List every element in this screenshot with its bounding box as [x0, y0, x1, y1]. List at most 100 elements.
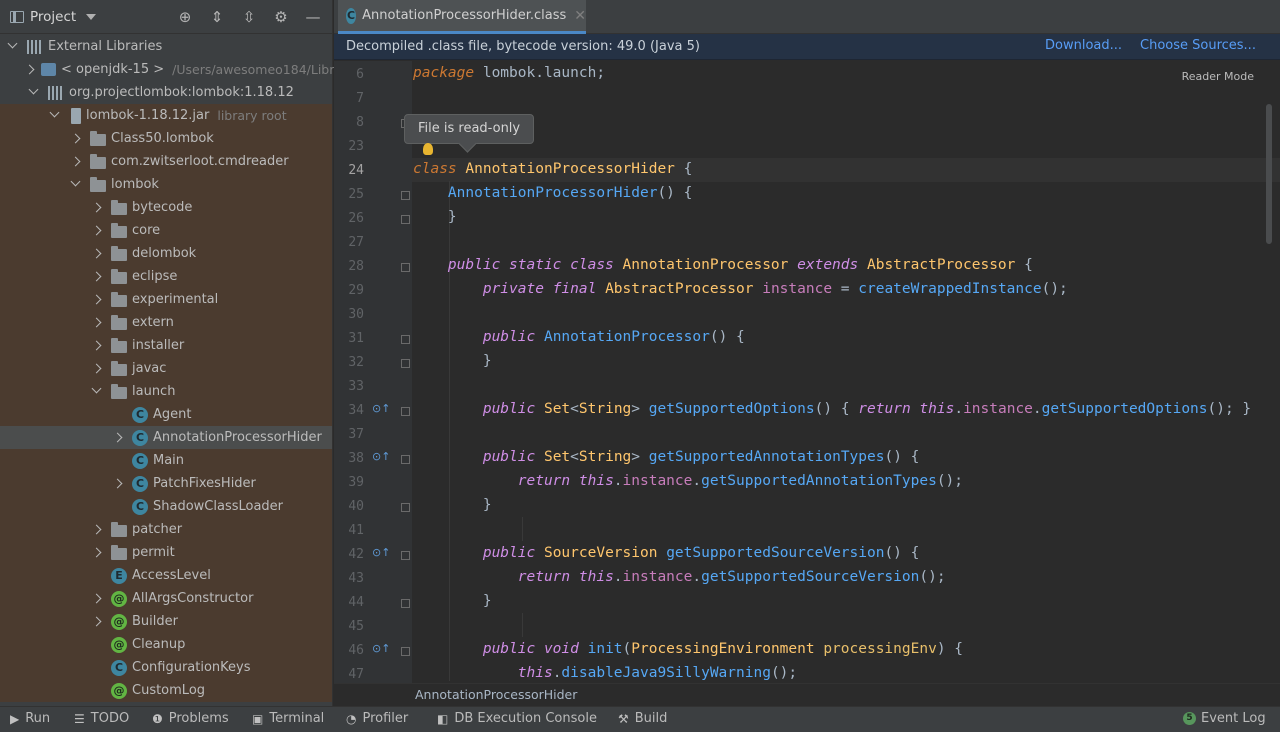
- tree-node-label: AllArgsConstructor: [132, 591, 254, 606]
- tree-node-eclipse[interactable]: eclipse: [0, 265, 332, 288]
- tree-node-accesslevel[interactable]: AccessLevel: [0, 564, 332, 587]
- profiler-tool-button[interactable]: ◔ Profiler: [346, 711, 408, 726]
- expand-arrow-icon[interactable]: [68, 132, 82, 145]
- expand-arrow-icon[interactable]: [89, 270, 103, 283]
- fold-marker-icon[interactable]: [401, 407, 410, 416]
- gear-icon[interactable]: ⚙: [272, 8, 290, 26]
- collapse-all-icon[interactable]: ⇳: [240, 8, 258, 26]
- tree-node-allargsconstructor[interactable]: AllArgsConstructor: [0, 587, 332, 610]
- editor-tab-annotationprocessorhider[interactable]: AnnotationProcessorHider.class ✕: [338, 0, 586, 34]
- tree-node-annotationprocessorhider[interactable]: AnnotationProcessorHider: [0, 426, 332, 449]
- jar-icon: [71, 107, 81, 124]
- expand-arrow-icon[interactable]: [89, 362, 103, 375]
- tree-node-experimental[interactable]: experimental: [0, 288, 332, 311]
- run-tool-button[interactable]: ▶ Run: [10, 711, 50, 726]
- todo-tool-button[interactable]: ☰ TODO: [74, 711, 129, 726]
- override-icon[interactable]: ⊙↑: [372, 402, 390, 415]
- tree-node-external-libraries[interactable]: External Libraries: [0, 35, 332, 58]
- tree-node-lombok-jar[interactable]: lombok-1.18.12.jar library root: [0, 104, 332, 127]
- tree-node-agent[interactable]: Agent: [0, 403, 332, 426]
- tree-node-bytecode[interactable]: bytecode: [0, 196, 332, 219]
- expand-arrow-icon[interactable]: [89, 546, 103, 559]
- fold-marker-icon[interactable]: [401, 359, 410, 368]
- expand-arrow-icon[interactable]: [47, 109, 61, 122]
- reader-mode-button[interactable]: Reader Mode: [1182, 70, 1254, 83]
- tree-node-customlog[interactable]: CustomLog: [0, 679, 332, 702]
- problems-tool-button[interactable]: ❶ Problems: [152, 711, 229, 726]
- tree-node-javac[interactable]: javac: [0, 357, 332, 380]
- override-icon[interactable]: ⊙↑: [372, 642, 390, 655]
- hide-icon[interactable]: —: [304, 8, 322, 26]
- fold-marker-icon[interactable]: [401, 191, 410, 200]
- tree-node-openjdk[interactable]: < openjdk-15 > /Users/awesomeo184/Libr: [0, 58, 334, 81]
- tree-node-lombok-library[interactable]: org.projectlombok:lombok:1.18.12: [0, 81, 332, 104]
- expand-arrow-icon[interactable]: [89, 615, 103, 628]
- tree-node-patcher[interactable]: patcher: [0, 518, 332, 541]
- tree-node-configurationkeys[interactable]: ConfigurationKeys: [0, 656, 332, 679]
- fold-marker-icon[interactable]: [401, 551, 410, 560]
- breadcrumb-item[interactable]: AnnotationProcessorHider: [415, 687, 577, 702]
- tree-node-shadowclassloader[interactable]: ShadowClassLoader: [0, 495, 332, 518]
- expand-arrow-icon[interactable]: [26, 86, 40, 99]
- tree-node-extern[interactable]: extern: [0, 311, 332, 334]
- code-line-31: public AnnotationProcessor() {: [482, 329, 745, 345]
- locate-icon[interactable]: ⊕: [176, 8, 194, 26]
- tree-node-core[interactable]: core: [0, 219, 332, 242]
- line-number: 37: [348, 427, 364, 442]
- expand-arrow-icon[interactable]: [89, 523, 103, 536]
- fold-marker-icon[interactable]: [401, 455, 410, 464]
- event-log-tool-button[interactable]: 5 Event Log: [1183, 711, 1266, 726]
- fold-marker-icon[interactable]: [401, 599, 410, 608]
- play-icon: ▶: [10, 711, 20, 726]
- download-link[interactable]: Download...: [1045, 38, 1122, 53]
- db-console-tool-button[interactable]: ◧ DB Execution Console: [437, 711, 597, 726]
- tree-node-patchfixeshider[interactable]: PatchFixesHider: [0, 472, 332, 495]
- project-view-selector[interactable]: Project: [30, 9, 76, 25]
- tree-node-cleanup[interactable]: Cleanup: [0, 633, 332, 656]
- fold-marker-icon[interactable]: [401, 647, 410, 656]
- tree-node-lombok[interactable]: lombok: [0, 173, 332, 196]
- expand-arrow-icon[interactable]: [89, 339, 103, 352]
- fold-marker-icon[interactable]: [401, 263, 410, 272]
- expand-arrow-icon[interactable]: [89, 224, 103, 237]
- code-line-29: private final AbstractProcessor instance…: [482, 281, 1068, 297]
- tree-node-class50[interactable]: Class50.lombok: [0, 127, 332, 150]
- expand-arrow-icon[interactable]: [68, 155, 82, 168]
- tree-node-installer[interactable]: installer: [0, 334, 332, 357]
- expand-arrow-icon[interactable]: [68, 178, 82, 191]
- tree-node-main[interactable]: Main: [0, 449, 332, 472]
- override-icon[interactable]: ⊙↑: [372, 546, 390, 559]
- expand-all-icon[interactable]: ⇕: [208, 8, 226, 26]
- close-icon[interactable]: ✕: [574, 8, 586, 24]
- fold-marker-icon[interactable]: [401, 215, 410, 224]
- editor-scrollbar[interactable]: [1266, 104, 1272, 244]
- expand-arrow-icon[interactable]: [89, 316, 103, 329]
- expand-arrow-icon[interactable]: [5, 40, 19, 53]
- tree-node-builder[interactable]: Builder: [0, 610, 332, 633]
- choose-sources-link[interactable]: Choose Sources...: [1140, 38, 1256, 53]
- expand-arrow-icon[interactable]: [89, 293, 103, 306]
- expand-arrow-icon[interactable]: [89, 247, 103, 260]
- fold-marker-icon[interactable]: [401, 335, 410, 344]
- tree-node-launch[interactable]: launch: [0, 380, 332, 403]
- code-area[interactable]: package lombok.launch; class AnnotationP…: [412, 61, 1280, 683]
- tree-node-cmdreader[interactable]: com.zwitserloot.cmdreader: [0, 150, 332, 173]
- expand-arrow-icon[interactable]: [89, 385, 103, 398]
- override-icon[interactable]: ⊙↑: [372, 450, 390, 463]
- expand-arrow-icon[interactable]: [110, 477, 124, 490]
- expand-arrow-icon[interactable]: [89, 201, 103, 214]
- tree-node-delombok[interactable]: delombok: [0, 242, 332, 265]
- editor-tab-bar: AnnotationProcessorHider.class ✕: [334, 0, 1280, 34]
- expand-arrow-icon[interactable]: [26, 63, 33, 76]
- chevron-down-icon[interactable]: [86, 13, 97, 20]
- code-line-47: this.disableJava9SillyWarning();: [517, 665, 798, 681]
- terminal-tool-button[interactable]: ▣ Terminal: [252, 711, 324, 726]
- tree-node-label: Cleanup: [132, 637, 186, 652]
- annotation-icon: [111, 636, 127, 653]
- expand-arrow-icon[interactable]: [110, 431, 124, 444]
- fold-marker-icon[interactable]: [401, 503, 410, 512]
- lightbulb-icon[interactable]: [423, 143, 433, 155]
- expand-arrow-icon[interactable]: [89, 592, 103, 605]
- build-tool-button[interactable]: ⚒ Build: [618, 711, 667, 726]
- tree-node-permit[interactable]: permit: [0, 541, 332, 564]
